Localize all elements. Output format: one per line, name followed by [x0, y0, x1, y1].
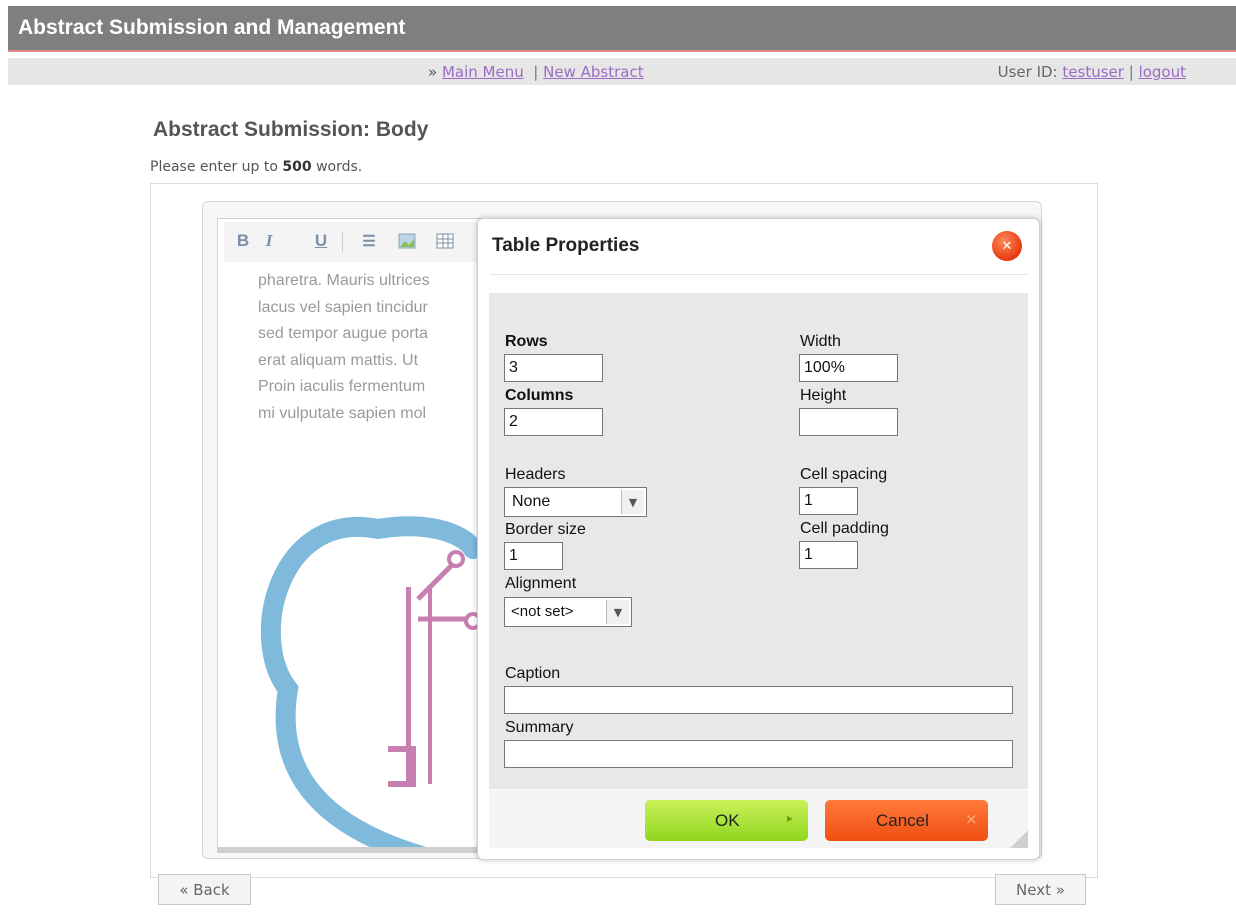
caption-label: Caption [505, 665, 561, 682]
user-id-link[interactable]: testuser [1062, 63, 1124, 81]
width-input[interactable] [799, 354, 898, 382]
alignment-label: Alignment [505, 575, 577, 592]
editor-text: pharetra. Mauris ultrices lacus vel sapi… [258, 268, 498, 427]
cancel-x-icon: × [965, 810, 978, 828]
rows-input[interactable] [504, 354, 603, 382]
editor-line: sed tempor augue porta [258, 325, 428, 342]
editor-line: pharetra. Mauris ultrices [258, 272, 430, 289]
logo-scissors [416, 562, 468, 622]
ok-button-label: OK [715, 811, 740, 830]
ok-button[interactable]: OK ▸ [645, 800, 808, 841]
height-input[interactable] [799, 408, 898, 436]
editor-line: erat aliquam mattis. Ut [258, 351, 419, 369]
cell-spacing-label: Cell spacing [800, 466, 888, 483]
border-size-label: Border size [505, 521, 586, 538]
resize-handle-icon[interactable] [1010, 830, 1028, 848]
cell-padding-label: Cell padding [800, 520, 889, 537]
header-bar: Abstract Submission and Management [8, 6, 1236, 52]
editor-line: Proin iaculis fermentum [258, 378, 426, 395]
main-menu-link[interactable]: Main Menu [442, 63, 524, 81]
chevron-down-icon: ▼ [621, 490, 644, 514]
dialog-title: Table Properties [492, 235, 640, 256]
nav-prefix: » [428, 63, 438, 81]
insert-image-icon[interactable] [396, 230, 418, 252]
title-bar: Abstract Submission and Management [0, 0, 1236, 56]
height-label: Height [800, 387, 847, 404]
width-label: Width [800, 333, 841, 350]
cell-padding-input[interactable] [799, 541, 858, 569]
instructions-after: words. [316, 159, 363, 175]
insert-table-icon[interactable] [434, 230, 456, 252]
user-info: User ID: testuser | logout [998, 63, 1186, 81]
chevron-down-icon: ▼ [606, 600, 629, 624]
app-title: Abstract Submission and Management [18, 16, 406, 39]
editor-line: mi vulputate sapien mol [258, 404, 427, 422]
headers-label: Headers [505, 466, 566, 483]
alignment-value: <not set> [511, 603, 574, 620]
columns-input[interactable] [504, 408, 603, 436]
page-title: Abstract Submission: Body [153, 118, 429, 141]
cancel-button[interactable]: Cancel × [825, 800, 988, 841]
cell-spacing-input[interactable] [799, 487, 858, 515]
insert-image-glyph [398, 233, 416, 249]
user-divider: | [1128, 63, 1134, 81]
instructions: Please enter up to 500 words. [150, 159, 362, 175]
word-limit: 500 [282, 159, 312, 175]
close-icon[interactable]: ✕ [992, 231, 1022, 261]
cancel-button-label: Cancel [876, 811, 929, 830]
nav-divider: | [533, 63, 539, 81]
bold-icon[interactable]: B [232, 230, 254, 252]
caption-input[interactable] [504, 686, 1013, 714]
bulleted-list-icon[interactable]: ☰ [358, 230, 380, 252]
next-button[interactable]: Next » [995, 874, 1086, 905]
insert-table-glyph [436, 233, 454, 249]
italic-icon[interactable]: I [258, 230, 280, 252]
nav-bar: » Main Menu | New Abstract User ID: test… [8, 58, 1236, 85]
back-button[interactable]: « Back [158, 874, 251, 905]
border-size-input[interactable] [504, 542, 563, 570]
dialog-divider [490, 274, 1028, 275]
nav-links: » Main Menu | New Abstract [428, 63, 644, 81]
logout-link[interactable]: logout [1139, 63, 1186, 81]
arrow-right-icon: ▸ [787, 811, 794, 825]
summary-input[interactable] [504, 740, 1013, 768]
underline-icon[interactable]: U [310, 230, 332, 252]
logo-ring-1 [447, 550, 465, 568]
columns-label: Columns [505, 387, 574, 404]
editor-line: lacus vel sapien tincidur [258, 298, 428, 316]
instructions-before: Please enter up to [150, 159, 278, 175]
user-label: User ID: [997, 63, 1058, 81]
summary-label: Summary [505, 719, 574, 736]
headers-value: None [512, 493, 551, 510]
headers-select[interactable]: None ▼ [504, 487, 647, 517]
rows-label: Rows [505, 333, 548, 350]
toolbar-divider [342, 232, 343, 252]
alignment-select[interactable]: <not set> ▼ [504, 597, 632, 627]
new-abstract-link[interactable]: New Abstract [543, 63, 643, 81]
editor-toolbar: B I U ☰ [224, 222, 494, 262]
